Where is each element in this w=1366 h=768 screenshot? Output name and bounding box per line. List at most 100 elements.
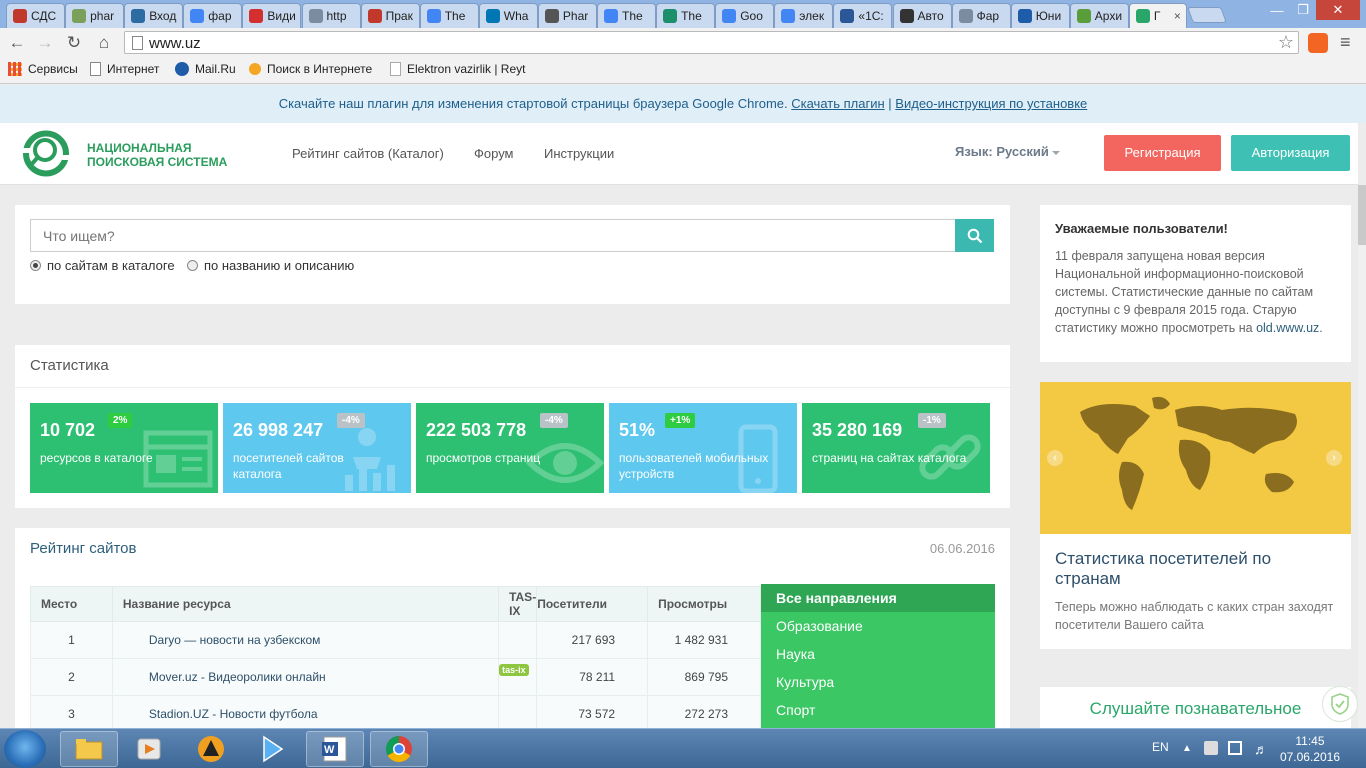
stat-card-visitors[interactable]: 26 998 247 -4% посетителей сайтов катало…: [223, 403, 411, 493]
direction-education[interactable]: Образование: [761, 612, 995, 640]
shield-icon[interactable]: [1322, 686, 1358, 722]
new-tab-button[interactable]: [1187, 7, 1227, 23]
column-header-tasix[interactable]: TAS-IX: [498, 586, 538, 622]
aimp-icon[interactable]: [182, 731, 240, 767]
tab-close-icon[interactable]: ×: [1174, 9, 1181, 23]
radio-by-catalog[interactable]: по сайтам в каталоге: [30, 258, 175, 273]
stat-card-resources[interactable]: 10 702 2% ресурсов в каталоге: [30, 403, 218, 493]
search-input[interactable]: [30, 219, 955, 252]
forward-icon[interactable]: →: [34, 32, 56, 54]
reload-icon[interactable]: ↻: [63, 32, 85, 54]
close-window-icon[interactable]: ✕: [1316, 0, 1360, 20]
browser-tab[interactable]: СДС: [6, 3, 65, 28]
search-button[interactable]: [955, 219, 994, 252]
minimize-icon[interactable]: —: [1264, 0, 1290, 20]
radio-checked-icon[interactable]: [30, 260, 41, 271]
table-row[interactable]: 1 Daryo — новости на узбекском 217 693 1…: [30, 621, 761, 659]
logo-text[interactable]: НАЦИОНАЛЬНАЯ ПОИСКОВАЯ СИСТЕМА: [87, 141, 227, 169]
maximize-icon[interactable]: ❐: [1290, 0, 1316, 20]
bookmark-mailru[interactable]: Mail.Ru: [175, 62, 236, 76]
column-header-name[interactable]: Название ресурса: [111, 586, 500, 622]
direction-all[interactable]: Все направления: [761, 584, 995, 612]
table-row[interactable]: 2 Mover.uz - Видеоролики онлайн tas-ix 7…: [30, 658, 761, 696]
player-icon[interactable]: [242, 731, 300, 767]
browser-tab[interactable]: Види: [242, 3, 302, 28]
download-plugin-link[interactable]: Скачать плагин: [791, 96, 884, 111]
direction-science[interactable]: Наука: [761, 640, 995, 668]
browser-tab[interactable]: фар: [183, 3, 243, 28]
page-scrollbar[interactable]: [1358, 185, 1366, 728]
browser-tab[interactable]: элек: [774, 3, 834, 28]
carousel-next-icon[interactable]: ›: [1326, 450, 1342, 466]
explorer-icon[interactable]: [60, 731, 118, 767]
home-icon[interactable]: ⌂: [93, 32, 115, 54]
map-title[interactable]: Статистика посетителей по странам: [1055, 549, 1340, 589]
url-text[interactable]: www.uz: [149, 35, 201, 52]
browser-tab[interactable]: Goo: [715, 3, 775, 28]
clock[interactable]: 11:45 07.06.2016: [1280, 733, 1340, 765]
chrome-icon[interactable]: [370, 731, 428, 767]
tray-expand-icon[interactable]: ▲: [1182, 743, 1192, 754]
column-header-visitors[interactable]: Посетители: [536, 586, 649, 622]
bookmark-elektron[interactable]: Elektron vazirlik | Reyt: [390, 62, 525, 76]
scrollbar-thumb[interactable]: [1358, 185, 1366, 245]
stat-card-pages[interactable]: 35 280 169 -1% страниц на сайтах каталог…: [802, 403, 990, 493]
nav-forum[interactable]: Форум: [474, 146, 514, 161]
start-button-icon[interactable]: [4, 730, 46, 768]
bookmark-search[interactable]: Поиск в Интернете: [249, 62, 372, 76]
browser-tab[interactable]: Вход: [124, 3, 184, 28]
browser-tab[interactable]: Юни: [1010, 3, 1070, 28]
nav-instructions[interactable]: Инструкции: [544, 146, 614, 161]
radio-by-name[interactable]: по названию и описанию: [187, 258, 354, 273]
input-language[interactable]: EN: [1152, 740, 1169, 754]
browser-tab[interactable]: «1С:: [833, 3, 893, 28]
browser-tab[interactable]: http: [301, 3, 361, 28]
browser-tab[interactable]: phar: [65, 3, 125, 28]
browser-tab[interactable]: Архи: [1069, 3, 1129, 28]
table-row[interactable]: 3 Stadion.UZ - Новости футбола 73 572 27…: [30, 695, 761, 728]
login-button[interactable]: Авторизация: [1231, 135, 1350, 171]
tray-app-icon[interactable]: [1204, 741, 1218, 755]
word-icon[interactable]: W: [306, 731, 364, 767]
media-player-icon[interactable]: [120, 731, 178, 767]
logo-icon[interactable]: [16, 130, 76, 177]
extension-icon[interactable]: [1308, 33, 1328, 53]
stat-card-pageviews[interactable]: 222 503 778 -4% просмотров страниц: [416, 403, 604, 493]
tab-favicon-icon: [840, 9, 855, 23]
browser-tab[interactable]: Phar: [537, 3, 597, 28]
browser-tab[interactable]: The: [656, 3, 716, 28]
bookmark-star-icon[interactable]: ☆: [1278, 32, 1294, 53]
radio-unchecked-icon[interactable]: [187, 260, 198, 271]
carousel-prev-icon[interactable]: ‹: [1047, 450, 1063, 466]
browser-tab[interactable]: Фар: [951, 3, 1011, 28]
stat-card-mobile[interactable]: 51% +1% пользователей мобильных устройст…: [609, 403, 797, 493]
network-icon[interactable]: [1228, 741, 1242, 755]
browser-tab[interactable]: Прак: [360, 3, 420, 28]
browser-tab[interactable]: Wha: [478, 3, 538, 28]
cell-name-link[interactable]: Mover.uz - Видеоролики онлайн: [111, 658, 500, 696]
direction-culture[interactable]: Культура: [761, 668, 995, 696]
cell-name-link[interactable]: Daryo — новости на узбекском: [111, 621, 500, 659]
register-button[interactable]: Регистрация: [1104, 135, 1221, 171]
nav-rating-catalog[interactable]: Рейтинг сайтов (Каталог): [292, 146, 444, 161]
bookmark-services[interactable]: Сервисы: [8, 62, 78, 76]
direction-sport[interactable]: Спорт: [761, 696, 995, 724]
world-map-image[interactable]: ‹ ›: [1040, 382, 1351, 534]
old-site-link[interactable]: old.www.uz: [1256, 321, 1319, 335]
video-instruction-link[interactable]: Видео-инструкция по установке: [895, 96, 1087, 111]
listen-title[interactable]: Слушайте познавательное: [1040, 699, 1351, 719]
bookmark-internet[interactable]: Интернет: [90, 62, 159, 76]
browser-tab[interactable]: Авто: [892, 3, 952, 28]
address-bar[interactable]: www.uz ☆: [124, 31, 1299, 54]
browser-tab[interactable]: Г ×: [1128, 3, 1187, 28]
browser-tab[interactable]: The: [419, 3, 479, 28]
column-header-place[interactable]: Место: [30, 586, 113, 622]
tab-label: СДС: [31, 9, 57, 23]
chrome-menu-icon[interactable]: ≡: [1340, 32, 1351, 53]
cell-name-link[interactable]: Stadion.UZ - Новости футбола: [111, 695, 500, 728]
back-icon[interactable]: ←: [6, 32, 28, 54]
language-selector[interactable]: Язык: Русский: [955, 144, 1060, 159]
browser-tab[interactable]: The: [597, 3, 656, 28]
column-header-views[interactable]: Просмотры: [647, 586, 761, 622]
volume-icon[interactable]: ♬: [1254, 741, 1268, 757]
